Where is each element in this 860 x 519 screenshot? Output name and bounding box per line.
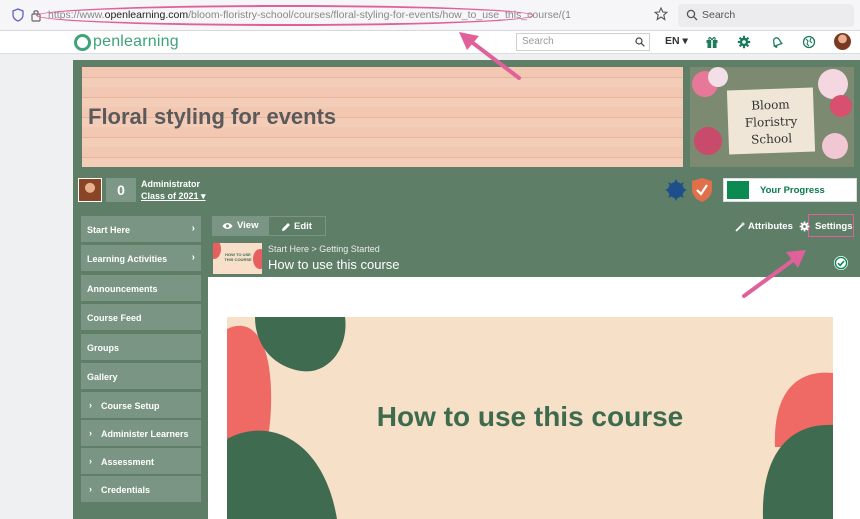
- sidebar-item-label: Course Setup: [101, 401, 160, 411]
- page-toolbar: View Edit Attributes Settings: [208, 214, 860, 238]
- chevron-right-icon: ›: [89, 484, 92, 494]
- magic-wand-icon[interactable]: [735, 221, 746, 232]
- hero-title: How to use this course: [376, 401, 684, 432]
- sidebar-item-announcements[interactable]: Announcements: [81, 275, 201, 301]
- sidebar-item-course-setup[interactable]: › Course Setup: [81, 392, 201, 418]
- chevron-right-icon: ›: [89, 456, 92, 466]
- school-name: Bloom Floristry School: [744, 97, 798, 147]
- annotation-arrow-up-right: [742, 250, 806, 298]
- settings-button[interactable]: Settings: [799, 214, 854, 237]
- flower-decoration: [822, 133, 848, 159]
- settings-label: Settings: [815, 221, 853, 232]
- admin-avatar[interactable]: [78, 178, 102, 202]
- sidebar-item-label: Assessment: [101, 457, 155, 467]
- sidebar-item-label: Start Here: [87, 225, 131, 235]
- tab-view[interactable]: View: [212, 216, 268, 236]
- browser-search-label: Search: [702, 9, 736, 21]
- hero-banner: How to use this course: [227, 317, 833, 519]
- sidebar-item-administer-learners[interactable]: › Administer Learners: [81, 420, 201, 446]
- chevron-right-icon: ›: [89, 400, 92, 410]
- sidebar-item-learning-activities[interactable]: Learning Activities ›: [81, 245, 201, 271]
- sidebar-item-label: Groups: [87, 343, 120, 353]
- browser-toolbar: https://www.openlearning.com/bloom-flori…: [0, 0, 860, 31]
- sidebar-item-label: Administer Learners: [101, 429, 189, 439]
- admin-points-count: 0: [106, 178, 136, 202]
- flower-decoration: [830, 95, 852, 117]
- language-selector[interactable]: EN ▾: [665, 35, 688, 47]
- sidebar-item-groups[interactable]: Groups: [81, 334, 201, 360]
- course-banner: Floral styling for events: [82, 67, 683, 167]
- check-circle-icon[interactable]: [833, 255, 849, 271]
- gift-icon[interactable]: [705, 35, 719, 49]
- page-title: How to use this course: [268, 257, 400, 272]
- globe-icon[interactable]: [802, 35, 816, 49]
- bell-icon[interactable]: [770, 35, 784, 49]
- attributes-button[interactable]: Attributes: [748, 221, 793, 232]
- course-banner-title: Floral styling for events: [88, 104, 337, 129]
- page-content: How to use this course: [208, 277, 860, 519]
- tab-edit[interactable]: Edit: [268, 216, 326, 236]
- sidebar-item-credentials[interactable]: › Credentials: [81, 476, 201, 502]
- logo-text: penlearning: [93, 33, 179, 50]
- thumbnail-text: HOW TO USE THIS COURSE: [224, 252, 252, 262]
- badge-gear-icon[interactable]: [664, 178, 688, 202]
- eye-icon: [222, 223, 233, 229]
- site-search-placeholder: Search: [522, 36, 554, 47]
- school-image: Bloom Floristry School: [690, 67, 854, 167]
- sidebar-item-label: Gallery: [87, 372, 118, 382]
- bookmark-star-icon[interactable]: [654, 7, 668, 21]
- openlearning-logo[interactable]: penlearning: [74, 32, 179, 52]
- your-progress-button[interactable]: Your Progress: [723, 178, 857, 202]
- search-icon: [686, 9, 698, 21]
- class-selector[interactable]: Class of 2021 ▾: [141, 191, 206, 202]
- shield-icon[interactable]: [12, 8, 24, 22]
- url-highlight-ellipse: [36, 5, 534, 26]
- tab-view-label: View: [237, 220, 259, 231]
- sidebar-item-label: Announcements: [87, 284, 158, 294]
- progress-indicator: [727, 181, 749, 199]
- logo-mark-icon: [74, 33, 91, 51]
- thumb-shape: [213, 243, 221, 259]
- school-card: Bloom Floristry School: [726, 87, 816, 155]
- sidebar-item-gallery[interactable]: Gallery: [81, 363, 201, 389]
- breadcrumb[interactable]: Start Here > Getting Started: [268, 244, 380, 254]
- sidebar-item-label: Learning Activities: [87, 254, 168, 264]
- gear-icon: [799, 221, 810, 232]
- user-avatar[interactable]: [834, 33, 851, 50]
- pencil-icon: [282, 223, 290, 231]
- page-thumbnail: HOW TO USE THIS COURSE: [213, 243, 262, 274]
- site-header: penlearning Search EN ▾: [0, 31, 860, 54]
- tab-edit-label: Edit: [294, 221, 312, 232]
- browser-search-box[interactable]: Search: [678, 4, 854, 27]
- chevron-right-icon: ›: [191, 223, 195, 234]
- sidebar-item-course-feed[interactable]: Course Feed: [81, 304, 201, 330]
- thumb-shape: [253, 249, 262, 269]
- site-search-input[interactable]: Search: [516, 33, 650, 51]
- sidebar-item-label: Course Feed: [87, 313, 142, 323]
- sidebar-item-start-here[interactable]: Start Here ›: [81, 216, 201, 242]
- sidebar-item-assessment[interactable]: › Assessment: [81, 448, 201, 474]
- flower-decoration: [708, 67, 728, 87]
- chevron-right-icon: ›: [89, 428, 92, 438]
- url-tail: (1: [561, 9, 571, 21]
- admin-role: Administrator: [141, 179, 201, 189]
- gear-icon[interactable]: [737, 35, 751, 49]
- annotation-arrow-up-left: [459, 32, 521, 80]
- progress-label: Your Progress: [760, 185, 825, 196]
- sidebar-item-label: Credentials: [101, 485, 151, 495]
- search-icon[interactable]: [635, 37, 645, 47]
- address-bar[interactable]: https://www.openlearning.com/bloom-flori…: [8, 4, 668, 27]
- flower-decoration: [694, 127, 722, 155]
- badge-shield-icon[interactable]: [691, 177, 713, 203]
- chevron-right-icon: ›: [191, 252, 195, 263]
